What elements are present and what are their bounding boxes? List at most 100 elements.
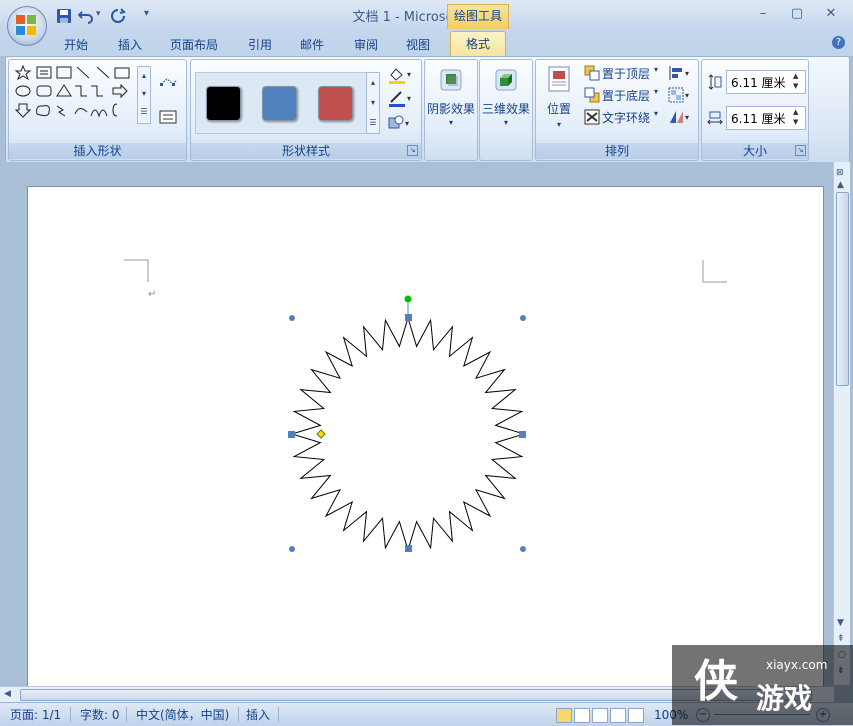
position-dropdown-icon: ▾ <box>556 120 561 129</box>
group-shadow[interactable]: 阴影效果 ▾ <box>424 59 478 161</box>
group-3d[interactable]: 三维效果 ▾ <box>479 59 533 161</box>
status-insert-mode[interactable]: 插入 <box>246 707 270 723</box>
tab-mailings[interactable]: 邮件 <box>292 35 332 55</box>
svg-text:▾: ▾ <box>685 113 689 122</box>
text-wrapping-dropdown-icon: ▾ <box>654 109 659 118</box>
handle-top-right <box>520 315 526 321</box>
ruler-toggle-icon[interactable]: ⊠ <box>836 168 844 178</box>
page-canvas: ↵ <box>124 259 727 552</box>
office-button[interactable] <box>7 6 47 46</box>
previous-page-icon[interactable]: ⇞ <box>837 634 845 644</box>
status-separator <box>126 707 127 723</box>
scroll-down-icon[interactable]: ▼ <box>837 618 844 628</box>
shape-width-icon <box>707 111 723 125</box>
3d-effects-label: 三维效果 <box>481 102 530 116</box>
text-wrapping-button[interactable]: 文字环绕 ▾ <box>582 108 664 126</box>
group-label-size: 大小 <box>702 143 808 159</box>
status-language[interactable]: 中文(简体，中国) <box>136 707 229 723</box>
align-icon[interactable]: ▾ <box>668 65 692 81</box>
tab-references[interactable]: 引用 <box>240 35 280 55</box>
document-page[interactable]: ↵ <box>27 186 824 708</box>
minimize-button[interactable]: – <box>752 4 774 24</box>
fill-color-icon[interactable]: ▾ <box>387 66 413 84</box>
star-shape-icon <box>14 64 32 81</box>
position-button[interactable]: 位置 ▾ <box>542 64 576 134</box>
help-icon[interactable]: ? <box>832 36 845 49</box>
window-title: 文档 1 - Microsoft Word <box>352 10 501 25</box>
send-to-back-label: 置于底层 <box>602 89 651 103</box>
textbox-shape-icon <box>36 66 52 79</box>
outline-color-icon[interactable]: ▾ <box>387 90 413 108</box>
close-button[interactable]: ✕ <box>820 4 842 24</box>
svg-text:▾: ▾ <box>685 69 689 78</box>
tab-insert[interactable]: 插入 <box>110 35 150 55</box>
send-to-back-icon <box>584 87 600 103</box>
shadow-effects-icon <box>440 69 462 91</box>
arc-shape-icon <box>74 108 88 115</box>
shape-height-value: 6.11 厘米 <box>731 76 786 90</box>
send-to-back-button[interactable]: 置于底层 ▾ <box>582 86 664 104</box>
shapes-gallery[interactable] <box>13 64 143 124</box>
vertical-scroll-thumb[interactable] <box>836 192 849 386</box>
outline-view-icon[interactable] <box>610 708 626 723</box>
shape-styles-dialog-launcher-icon[interactable]: ↘ <box>407 145 418 156</box>
margin-mark-top-right <box>702 260 727 283</box>
edit-shape-icon[interactable] <box>159 76 179 92</box>
group-insert-shapes: ▴ ▾ ☰ 插入形状 <box>8 59 187 161</box>
bring-to-front-icon <box>584 65 600 81</box>
tab-view[interactable]: 视图 <box>398 35 438 55</box>
status-word-count[interactable]: 字数: 0 <box>80 707 120 723</box>
style-gallery-scroll[interactable]: ▴ ▾ ☰ <box>366 72 380 134</box>
bring-to-front-button[interactable]: 置于顶层 ▾ <box>582 64 664 82</box>
web-layout-view-icon[interactable] <box>592 708 608 723</box>
line-shape-icon <box>76 66 90 79</box>
maximize-button[interactable]: ▢ <box>786 4 808 24</box>
bring-to-front-label: 置于顶层 <box>602 67 651 81</box>
tab-format[interactable]: 格式 <box>450 31 506 58</box>
change-shape-icon[interactable]: ▾ <box>387 114 413 132</box>
print-layout-view-icon[interactable] <box>556 708 572 723</box>
title-bar: ▾ ▾ 文档 1 - Microsoft Word 绘图工具 – ▢ ✕ <box>0 0 853 30</box>
watermark-site: xiayx.com <box>766 658 828 672</box>
rounded-rect-shape-icon <box>36 85 52 97</box>
style-swatch-red[interactable] <box>318 86 353 121</box>
svg-text:▾: ▾ <box>685 91 689 100</box>
scroll-left-icon[interactable]: ◀ <box>4 689 11 699</box>
tab-review[interactable]: 审阅 <box>346 35 386 55</box>
rectangle-shape-icon <box>114 67 130 79</box>
shape-height-spinner[interactable]: 6.11 厘米 ▲ ▼ <box>726 70 806 94</box>
text-box-button-icon[interactable] <box>159 110 177 124</box>
status-separator <box>70 707 71 723</box>
scroll-up-icon[interactable]: ▲ <box>837 180 844 190</box>
shapes-gallery-scroll[interactable]: ▴ ▾ ☰ <box>137 66 151 124</box>
shadow-dropdown-icon[interactable]: ▾ <box>425 118 477 127</box>
group-objects-icon[interactable]: ▾ <box>668 87 692 103</box>
tab-home[interactable]: 开始 <box>56 35 96 55</box>
size-dialog-launcher-icon[interactable]: ↘ <box>795 145 806 156</box>
bring-to-front-dropdown-icon: ▾ <box>654 65 659 74</box>
rotate-icon[interactable]: ▾ <box>668 109 692 125</box>
position-label: 位置 <box>546 102 571 116</box>
status-page[interactable]: 页面: 1/1 <box>10 707 61 723</box>
paragraph-mark-icon: ↵ <box>148 289 156 300</box>
style-swatch-blue[interactable] <box>262 86 297 121</box>
3d-effects-icon <box>495 69 517 91</box>
style-swatch-black[interactable] <box>206 86 241 121</box>
tab-page-layout[interactable]: 页面布局 <box>164 35 224 55</box>
watermark-brand-text: 游戏 <box>756 682 813 715</box>
full-screen-reading-view-icon[interactable] <box>574 708 590 723</box>
group-size: 6.11 厘米 ▲ ▼ 6.11 厘米 ▲ ▼ 大小 ↘ <box>701 59 809 161</box>
vertical-scrollbar[interactable]: ⊠ ▲ ▼ ⇞ ○ ⇟ <box>833 162 850 685</box>
width-spin-arrows-icon[interactable]: ▲ ▼ <box>793 107 798 127</box>
left-brace-shape-icon <box>112 103 118 117</box>
shadow-effects-label: 阴影效果 <box>426 102 475 116</box>
group-arrange: 位置 ▾ 置于顶层 ▾ 置于底层 ▾ 文字环绕 ▾ ▾ ▾ ▾ 排列 <box>535 59 699 161</box>
text-wrapping-label: 文字环绕 <box>602 111 651 125</box>
3d-dropdown-icon[interactable]: ▾ <box>480 118 532 127</box>
group-label-arrange: 排列 <box>536 143 698 159</box>
draft-view-icon[interactable] <box>628 708 644 723</box>
lightning-shape-icon <box>56 105 66 117</box>
shape-width-spinner[interactable]: 6.11 厘米 ▲ ▼ <box>726 106 806 130</box>
height-spin-arrows-icon[interactable]: ▲ ▼ <box>793 71 798 91</box>
handle-bottom-right <box>520 546 526 552</box>
